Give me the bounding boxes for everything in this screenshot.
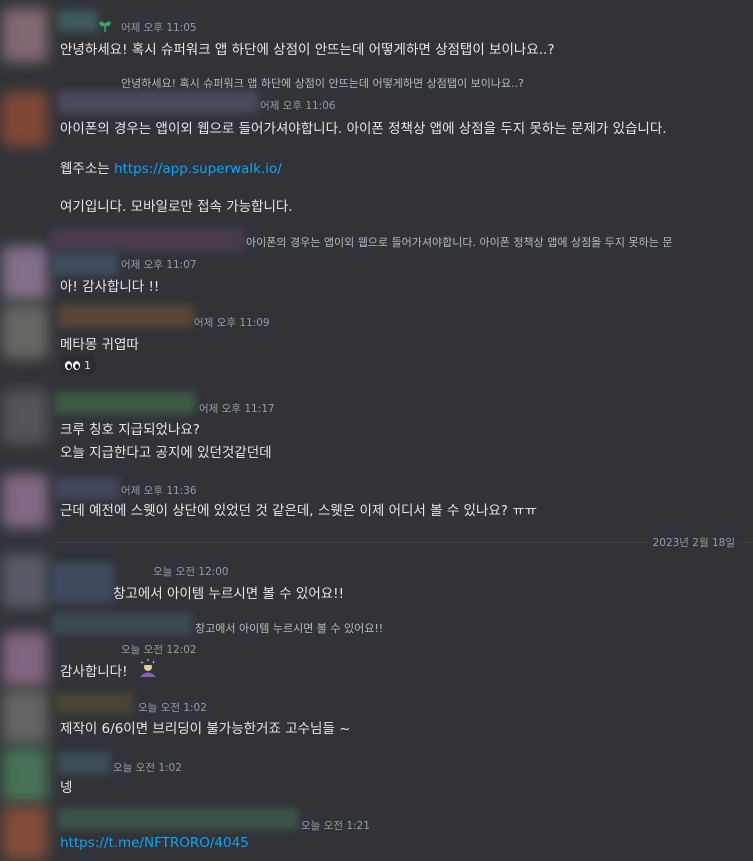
avatar[interactable] xyxy=(2,305,48,359)
username[interactable] xyxy=(55,692,133,714)
message-text: 아! 감사합니다 !! xyxy=(60,279,160,295)
message-text: 아이폰의 경우는 앱이외 웹으로 들어가셔야합니다. 아이폰 정책상 앱에 상점… xyxy=(60,121,667,137)
avatar[interactable] xyxy=(2,8,48,62)
username[interactable] xyxy=(52,563,114,603)
avatar[interactable] xyxy=(2,632,48,686)
message-text: 크루 칭호 지급되었나요? xyxy=(60,422,200,438)
message-text: 여기입니다. 모바일로만 접속 가능합니다. xyxy=(60,199,293,215)
reaction-eyes[interactable]: 1 xyxy=(60,355,96,375)
timestamp: 어제 오후 11:05 xyxy=(121,22,197,34)
username[interactable] xyxy=(58,91,258,113)
message-text: 창고에서 아이템 누르시면 볼 수 있어요!! xyxy=(113,586,344,602)
sprout-icon xyxy=(99,21,111,32)
eyes-icon xyxy=(65,360,80,370)
message-text: 감사합니다! xyxy=(60,664,128,680)
reply-preview[interactable]: 안녕하세요! 혹시 슈퍼워크 앱 하단에 상점이 안뜨는데 어떻게하면 상점탭이… xyxy=(121,75,524,91)
username[interactable] xyxy=(58,10,98,32)
timestamp: 오늘 오전 1:21 xyxy=(301,820,370,832)
username[interactable] xyxy=(58,808,298,830)
reply-preview[interactable]: 아이폰의 경우는 앱이외 웹으로 들어가셔야합니다. 아이폰 정책상 앱에 상점… xyxy=(246,234,673,250)
timestamp: 오늘 오전 12:02 xyxy=(121,644,197,656)
message-text: 오늘 지급한다고 공지에 있던것같던데 xyxy=(60,445,272,461)
message-text: 안녕하세요! 혹시 슈퍼워크 앱 하단에 상점이 안뜨는데 어떻게하면 상점탭이… xyxy=(60,42,555,58)
avatar[interactable] xyxy=(2,246,48,300)
avatar[interactable] xyxy=(2,554,48,608)
timestamp: 어제 오후 11:07 xyxy=(121,259,197,271)
timestamp: 오늘 오전 12:00 xyxy=(153,566,229,578)
date-divider: 2023년 2월 18일 xyxy=(648,535,739,550)
avatar[interactable] xyxy=(2,390,48,444)
username[interactable] xyxy=(55,392,195,414)
avatar[interactable] xyxy=(2,806,48,860)
timestamp: 어제 오후 11:17 xyxy=(199,403,275,415)
message-text: 제작이 6/6이면 브리딩이 불가능한거죠 고수님들 ~ xyxy=(60,721,351,737)
reply-username[interactable] xyxy=(52,613,192,635)
timestamp: 오늘 오전 1:02 xyxy=(113,762,182,774)
username[interactable] xyxy=(58,752,110,774)
bowing-person-icon xyxy=(140,659,156,677)
timestamp: 어제 오후 11:06 xyxy=(260,100,336,112)
username[interactable] xyxy=(52,253,118,275)
reply-preview[interactable]: 창고에서 아이템 누르시면 볼 수 있어요!! xyxy=(195,620,383,636)
avatar[interactable] xyxy=(2,748,48,802)
message-text: 웹주소는 https://app.superwalk.io/ xyxy=(60,161,282,177)
timestamp: 오늘 오전 1:02 xyxy=(138,702,207,714)
message-text: 근데 예전에 스웻이 상단에 있었던 것 같은데, 스웻은 이제 어디서 볼 수… xyxy=(60,503,538,519)
timestamp: 어제 오후 11:36 xyxy=(121,485,197,497)
avatar[interactable] xyxy=(2,92,48,146)
message-link[interactable]: https://app.superwalk.io/ xyxy=(114,161,282,177)
message-text: 메타몽 귀엽따 xyxy=(60,337,139,353)
avatar[interactable] xyxy=(2,474,48,528)
message-text: 넹 xyxy=(60,780,73,796)
username[interactable] xyxy=(55,477,119,499)
reaction-count: 1 xyxy=(84,358,91,372)
avatar[interactable] xyxy=(2,690,48,744)
message-link[interactable]: https://t.me/NFTRORO/4045 xyxy=(60,835,249,851)
timestamp: 어제 오후 11:09 xyxy=(194,317,270,329)
reply-username[interactable] xyxy=(50,229,244,251)
username[interactable] xyxy=(58,305,194,327)
